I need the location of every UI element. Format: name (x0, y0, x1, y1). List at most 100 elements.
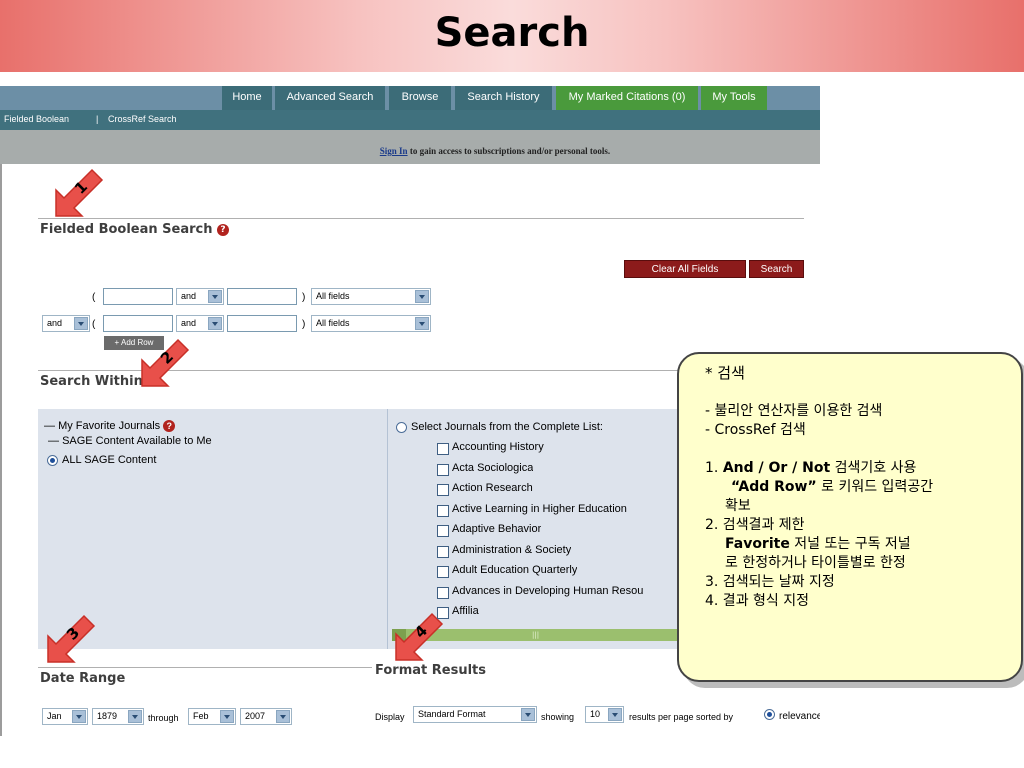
row2-operator-value: and (181, 318, 197, 328)
journal-label: Administration & Society (452, 543, 572, 556)
slide-title: Search (434, 10, 590, 56)
tab-search-history[interactable]: Search History (455, 86, 552, 110)
from-month-select[interactable]: Jan (42, 708, 88, 725)
row1-operator-select[interactable]: and (176, 288, 224, 305)
chevron-down-icon (220, 710, 234, 723)
journal-checkbox[interactable] (437, 545, 449, 558)
callout-heading: * 검색 (705, 364, 745, 382)
row2-boolean-value: and (47, 318, 63, 328)
row1-field-select[interactable]: All fields (311, 288, 431, 305)
callout-text: * 검색 - 불리안 연산자를 이용한 검색 - CrossRef 검색 1. … (705, 364, 1015, 611)
sage-available-option[interactable]: — SAGE Content Available to Me (48, 435, 212, 447)
search-button[interactable]: Search (749, 260, 804, 278)
journal-checkbox[interactable] (437, 566, 449, 578)
journal-label: Action Research (452, 482, 533, 494)
format-select[interactable]: Standard Format (413, 706, 537, 723)
journal-checkbox[interactable] (437, 484, 449, 496)
journal-checkbox[interactable] (437, 443, 449, 455)
callout-item-1-line-2-bold: “Add Row” (731, 479, 817, 495)
row2-operator-select[interactable]: and (176, 315, 224, 332)
all-sage-radio[interactable] (47, 455, 58, 466)
panel-divider (387, 409, 388, 649)
search-within-title: Search Within (40, 374, 143, 389)
divider (38, 667, 372, 668)
signin-link[interactable]: Sign In (380, 146, 408, 156)
to-year-select[interactable]: 2007 (240, 708, 292, 725)
subtab-crossref-search[interactable]: CrossRef Search (108, 114, 177, 124)
callout-item-1: 1. And / Or / Not 검색기호 사용 (705, 459, 1015, 478)
journal-label: Advances in Developing Human Resou (452, 584, 644, 597)
through-label: through (148, 713, 179, 723)
tab-my-tools[interactable]: My Tools (701, 86, 767, 110)
callout-item-2-line-2-bold: Favorite (725, 536, 790, 552)
clear-all-fields-button[interactable]: Clear All Fields (624, 260, 746, 278)
journal-checkbox[interactable] (437, 504, 449, 517)
to-month-select[interactable]: Feb (188, 708, 236, 725)
row2-close-paren: ) (302, 319, 306, 330)
journal-label: Adult Education Quarterly (452, 564, 578, 576)
callout-box: * 검색 - 불리안 연산자를 이용한 검색 - CrossRef 검색 1. … (677, 352, 1023, 682)
relevance-label: relevance (779, 711, 820, 722)
relevance-radio[interactable] (764, 709, 775, 720)
callout-item-2-line-2: Favorite 저널 또는 구독 저널 (705, 535, 1015, 554)
chevron-down-icon (415, 290, 429, 303)
row1-close-paren: ) (302, 292, 306, 303)
journal-label: Affilia (452, 605, 479, 617)
signin-rest: to gain access to subscriptions and/or p… (407, 146, 611, 156)
from-year-value: 1879 (97, 711, 118, 721)
journal-label: Adaptive Behavior (452, 523, 542, 535)
from-year-select[interactable]: 1879 (92, 708, 144, 725)
format-results-title: Format Results (375, 663, 486, 678)
per-page-label: results per page sorted by (629, 712, 734, 722)
subtab-separator: | (96, 114, 99, 124)
journal-checkbox[interactable] (437, 463, 449, 476)
callout-bullet-1: - 불리안 연산자를 이용한 검색 (705, 403, 883, 419)
tab-home[interactable]: Home (222, 86, 272, 110)
tab-browse[interactable]: Browse (389, 86, 451, 110)
sage-available-label: SAGE Content Available to Me (62, 435, 212, 447)
chevron-down-icon (276, 710, 290, 723)
row1-term2-input[interactable] (227, 288, 297, 305)
subtab-fielded-boolean[interactable]: Fielded Boolean (4, 114, 69, 124)
callout-item-1-bold: And / Or / Not (722, 460, 831, 476)
callout-item-1-rest: 검색기호 사용 (830, 460, 917, 476)
row1-term1-input[interactable] (103, 288, 173, 305)
sub-navigation: Fielded Boolean | CrossRef Search (0, 110, 820, 130)
tab-advanced-search[interactable]: Advanced Search (275, 86, 385, 110)
help-icon[interactable]: ? (163, 420, 176, 433)
count-select[interactable]: 10 (585, 706, 624, 723)
journal-checkbox[interactable] (437, 525, 449, 537)
callout-item-4: 4. 결과 형식 지정 (705, 593, 809, 609)
select-journals-radio[interactable] (396, 422, 407, 433)
select-journals-label: Select Journals from the Complete List: (411, 421, 603, 433)
journal-label: Accounting History (452, 441, 544, 453)
marker-arrow-3: 3 (47, 614, 96, 663)
row2-term2-input[interactable] (227, 315, 297, 332)
chevron-down-icon (521, 708, 535, 721)
journal-checkbox[interactable] (437, 607, 449, 619)
journal-checkbox[interactable] (437, 586, 449, 599)
callout-item-1-prefix: 1. (705, 460, 723, 476)
row2-boolean-select[interactable]: and (42, 315, 90, 332)
tab-marked-citations[interactable]: My Marked Citations (0) (556, 86, 698, 110)
chevron-down-icon (608, 708, 622, 721)
top-navigation: Home Advanced Search Browse Search Histo… (0, 86, 820, 110)
row1-operator-value: and (181, 291, 197, 301)
favorite-journals-option[interactable]: — My Favorite Journals ? (44, 420, 176, 433)
chevron-down-icon (74, 317, 88, 330)
divider (38, 370, 678, 371)
scroll-grip-icon: ||| (532, 631, 540, 639)
row2-field-select[interactable]: All fields (311, 315, 431, 332)
left-border (0, 164, 2, 736)
display-label: Display (375, 712, 405, 722)
help-icon[interactable]: ? (217, 223, 230, 236)
row1-open-paren: ( (92, 292, 96, 303)
callout-item-2-line-3: 로 한정하거나 타이틀별로 한정 (725, 555, 906, 571)
divider (38, 218, 804, 219)
signin-message: Sign In to gain access to subscriptions … (0, 146, 820, 156)
favorite-journals-label: My Favorite Journals (58, 420, 161, 432)
chevron-down-icon (208, 317, 222, 330)
to-month-value: Feb (193, 711, 209, 721)
row2-term1-input[interactable] (103, 315, 173, 332)
callout-item-1-line-3: 확보 (725, 498, 751, 514)
